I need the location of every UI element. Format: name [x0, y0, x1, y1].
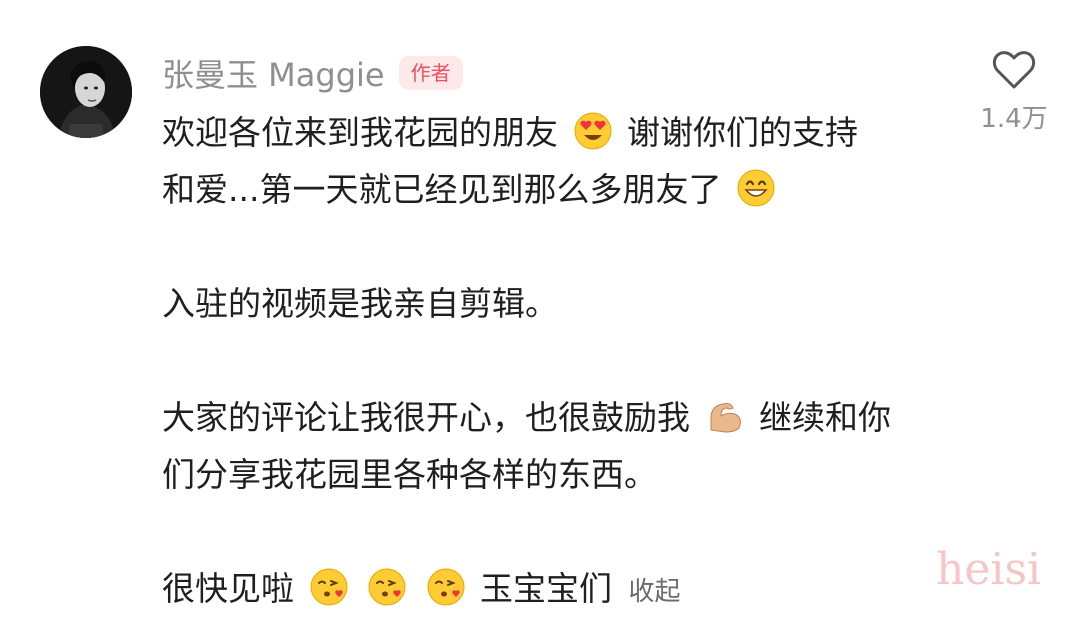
- comment-text: 很快见啦: [162, 569, 294, 608]
- comment-body: 欢迎各位来到我花园的朋友 谢谢你们的支持 和爱...第一天就已经见到那么多朋友了…: [162, 104, 952, 621]
- comment-line: 欢迎各位来到我花园的朋友 谢谢你们的支持: [162, 104, 952, 161]
- comment-text: 大家的评论让我很开心，也很鼓励我: [162, 398, 690, 437]
- avatar-photo: [40, 46, 132, 138]
- flexed-biceps-emoji: [705, 396, 745, 436]
- comment-text: 欢迎各位来到我花园的朋友: [162, 113, 558, 152]
- comment-text: 谢谢你们的支持: [627, 113, 858, 152]
- collapse-button[interactable]: 收起: [629, 577, 681, 607]
- heart-eyes-emoji: [573, 111, 613, 151]
- comment-text: 继续和你: [759, 398, 891, 437]
- kissing-heart-emoji: [367, 567, 407, 607]
- watermark: heisi: [936, 544, 1042, 595]
- kissing-heart-emoji: [309, 567, 349, 607]
- comment-text: 和爱...第一天就已经见到那么多朋友了: [162, 170, 722, 209]
- comment-text: 玉宝宝们: [480, 569, 612, 608]
- author-badge: 作者: [398, 56, 463, 90]
- comment-line: 入驻的视频是我亲自剪辑。: [162, 275, 952, 332]
- username[interactable]: 张曼玉 Maggie: [162, 50, 385, 96]
- like-count: 1.4万: [980, 104, 1048, 134]
- like-button[interactable]: [992, 50, 1036, 90]
- comment-line: 很快见啦 玉宝宝们 收起: [162, 560, 952, 621]
- grinning-face-emoji: [736, 168, 776, 208]
- comment-line: 和爱...第一天就已经见到那么多朋友了: [162, 161, 952, 218]
- like-area: 1.4万: [968, 50, 1060, 135]
- comment-text: 们分享我花园里各种各样的东西。: [162, 455, 657, 494]
- author-avatar[interactable]: [40, 46, 132, 138]
- heart-outline-icon: [992, 51, 1036, 89]
- comment-line: 们分享我花园里各种各样的东西。: [162, 446, 952, 503]
- kissing-heart-emoji: [426, 567, 466, 607]
- comment-line: 大家的评论让我很开心，也很鼓励我 继续和你: [162, 389, 952, 446]
- comment-header: 张曼玉 Maggie 作者: [162, 50, 463, 96]
- comment-text: 入驻的视频是我亲自剪辑。: [162, 284, 558, 323]
